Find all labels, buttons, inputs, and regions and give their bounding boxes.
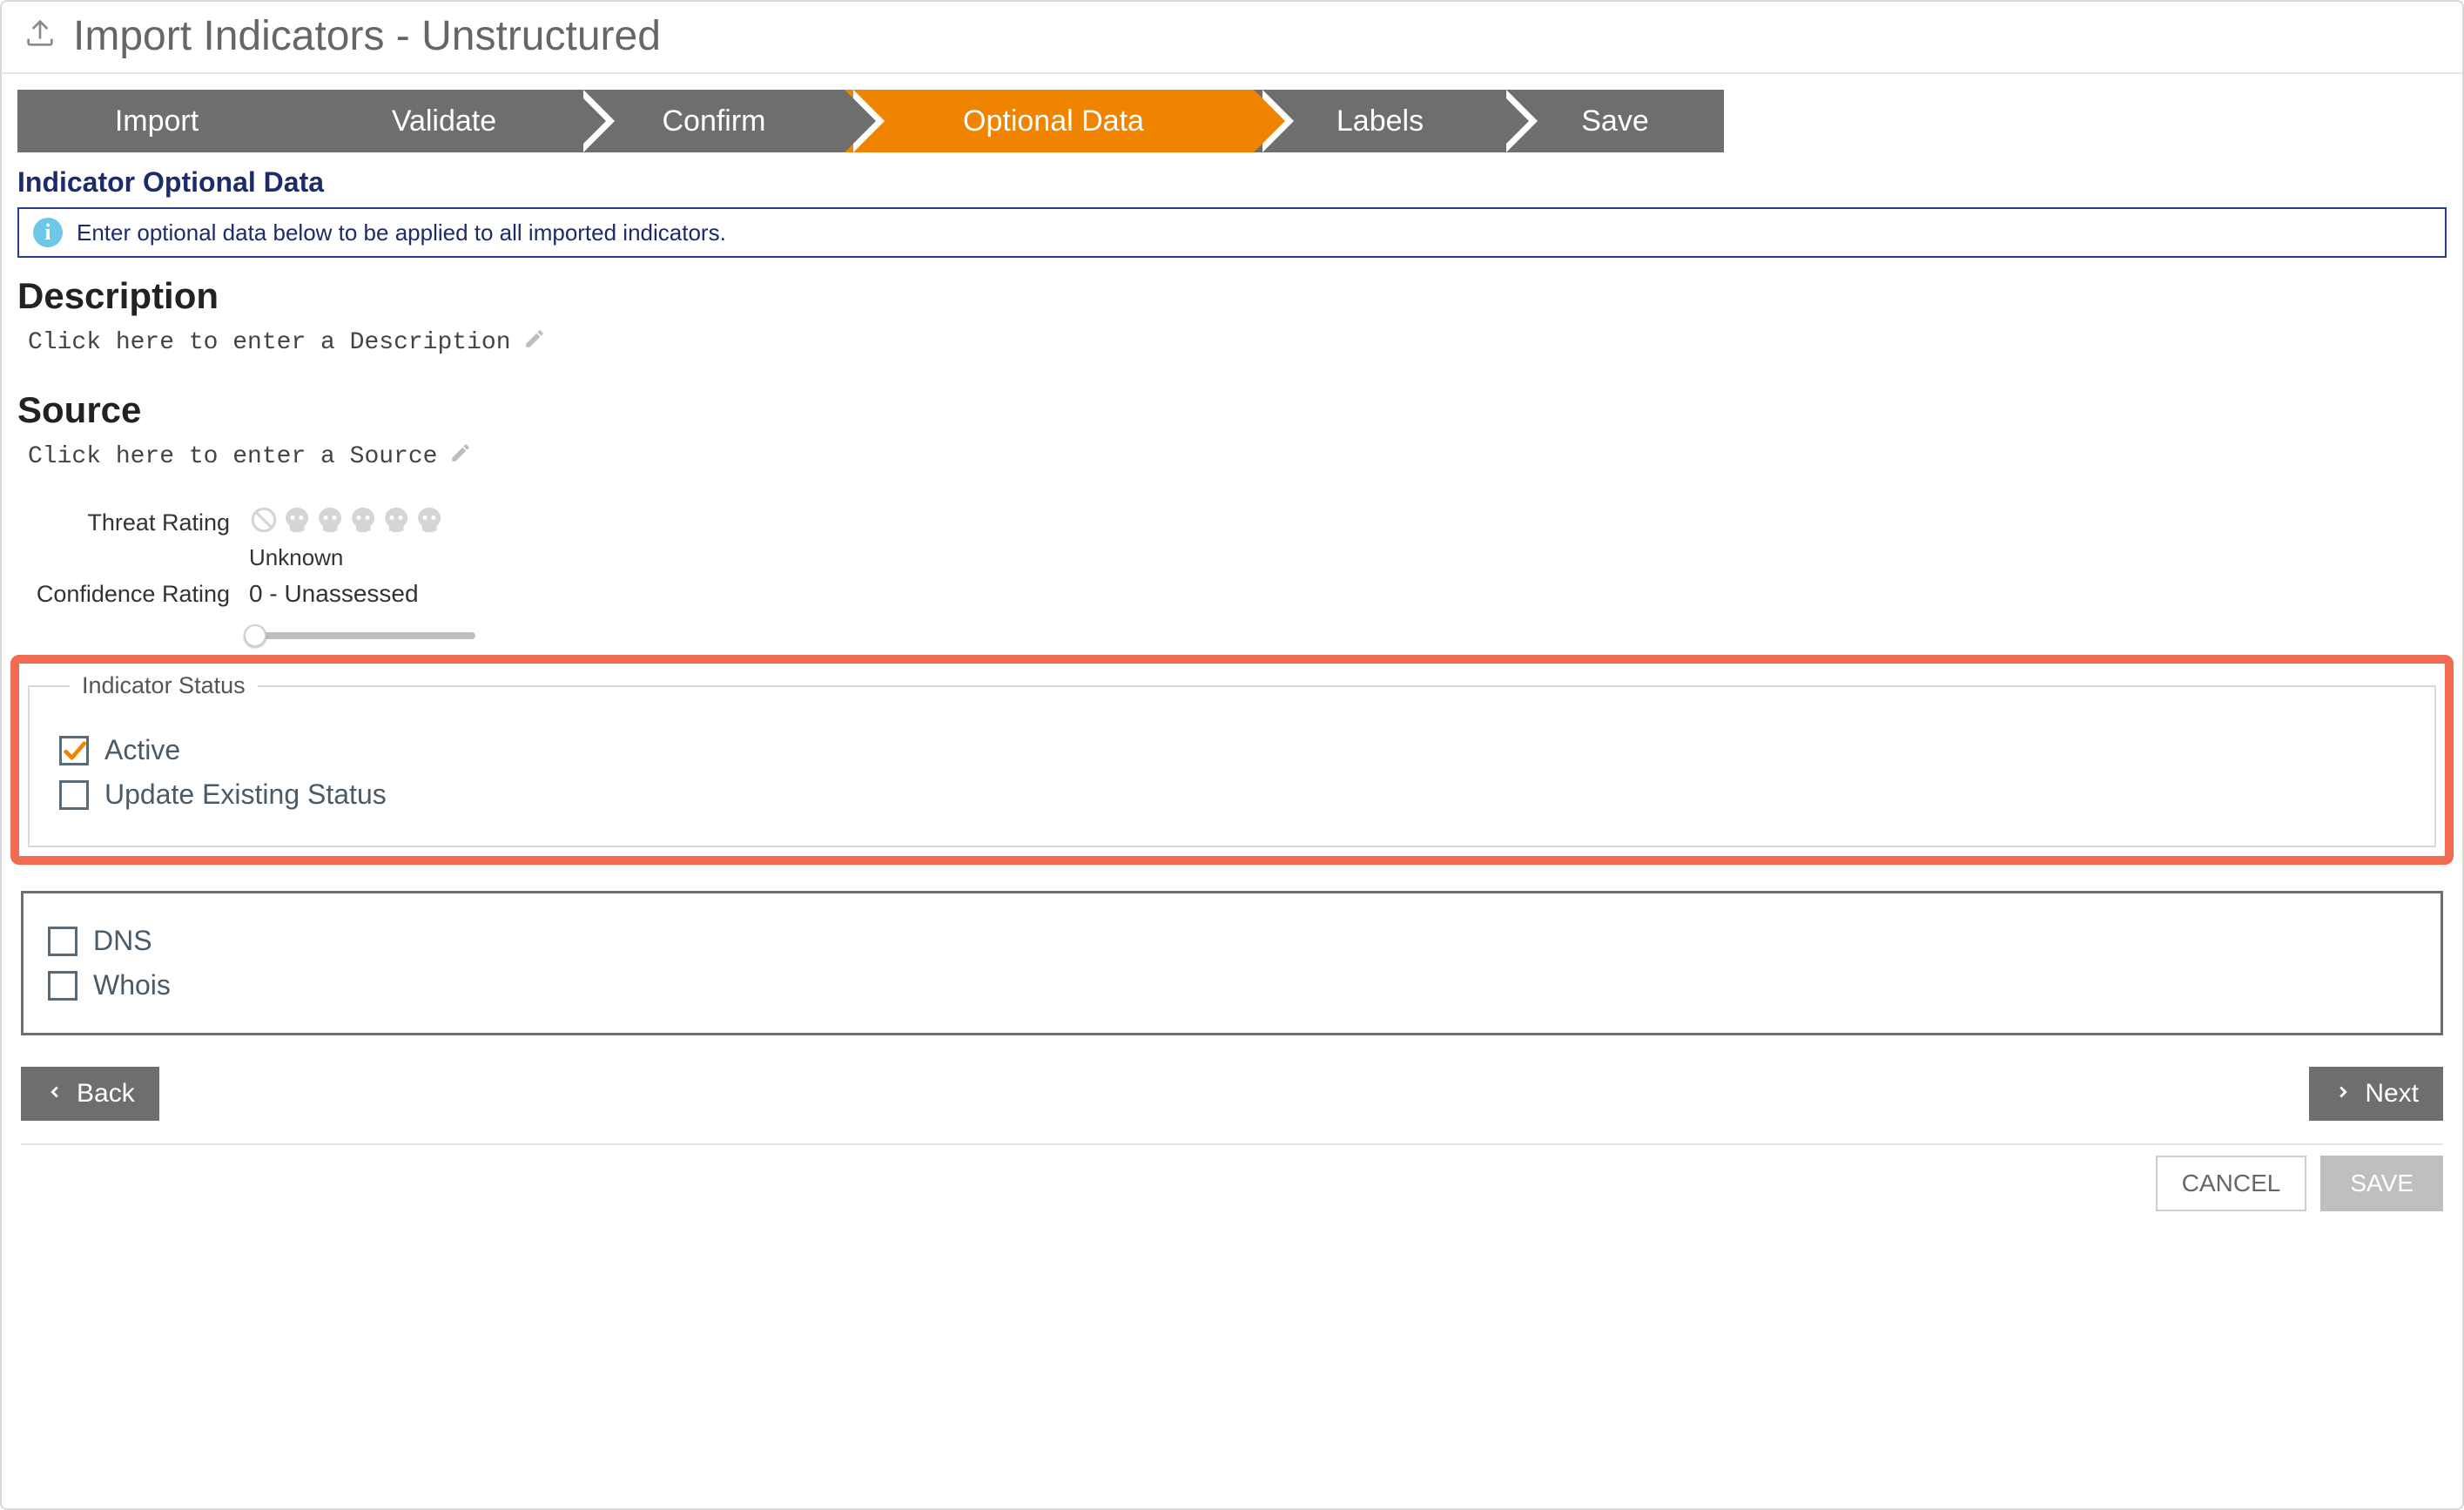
info-banner: i Enter optional data below to be applie…	[17, 207, 2447, 258]
next-button[interactable]: Next	[2309, 1067, 2443, 1121]
threat-rating-label: Threat Rating	[21, 509, 230, 536]
checkbox-icon	[48, 971, 77, 1001]
step-import[interactable]: Import	[17, 90, 305, 152]
whois-checkbox-label: Whois	[93, 969, 171, 1001]
back-button[interactable]: Back	[21, 1067, 159, 1121]
slider-thumb-icon	[244, 624, 266, 647]
active-checkbox-label: Active	[104, 734, 180, 766]
skull-icon	[348, 505, 378, 541]
wizard-steps: Import Validate Confirm Optional Data La…	[2, 74, 2462, 163]
confidence-rating-label: Confidence Rating	[21, 581, 230, 608]
threat-rating-control[interactable]	[249, 505, 444, 541]
dialog-footer: CANCEL SAVE	[21, 1143, 2443, 1211]
ratings-block: Threat Rating Unknown Confidence Rating …	[2, 498, 2462, 643]
indicator-status-fieldset: Indicator Status Active Update Existing …	[28, 672, 2436, 847]
update-existing-status-label: Update Existing Status	[104, 779, 387, 811]
pencil-icon	[449, 442, 472, 472]
cancel-button[interactable]: CANCEL	[2156, 1156, 2307, 1211]
checkbox-icon	[59, 780, 89, 810]
enrichment-options-box: DNS Whois	[21, 891, 2443, 1035]
chevron-right-icon	[2333, 1079, 2353, 1109]
skull-icon	[414, 505, 444, 541]
confidence-rating-value: 0 - Unassessed	[249, 580, 419, 608]
update-existing-status-checkbox[interactable]: Update Existing Status	[59, 779, 2405, 811]
source-input[interactable]: Click here to enter a Source	[2, 436, 2462, 498]
info-icon: i	[33, 218, 63, 247]
checkbox-icon	[59, 736, 89, 765]
description-input[interactable]: Click here to enter a Description	[2, 322, 2462, 384]
skull-icon	[315, 505, 345, 541]
active-checkbox[interactable]: Active	[59, 734, 2405, 766]
indicator-status-highlight: Indicator Status Active Update Existing …	[10, 655, 2454, 865]
dialog-header: Import Indicators - Unstructured	[2, 2, 2462, 74]
step-validate[interactable]: Validate	[305, 90, 575, 152]
dns-checkbox[interactable]: DNS	[48, 925, 2416, 957]
page-title: Import Indicators - Unstructured	[73, 12, 661, 60]
chevron-left-icon	[45, 1079, 64, 1109]
import-indicators-dialog: Import Indicators - Unstructured Import …	[0, 0, 2464, 1510]
source-heading: Source	[2, 384, 2462, 436]
dns-checkbox-label: DNS	[93, 925, 152, 957]
confidence-slider[interactable]	[249, 613, 475, 639]
ban-icon	[249, 505, 279, 541]
skull-icon	[282, 505, 312, 541]
step-optional-data[interactable]: Optional Data	[845, 90, 1254, 152]
threat-rating-value: Unknown	[249, 544, 2443, 571]
info-text: Enter optional data below to be applied …	[77, 219, 726, 246]
save-button[interactable]: SAVE	[2320, 1156, 2443, 1211]
upload-icon	[23, 16, 57, 57]
whois-checkbox[interactable]: Whois	[48, 969, 2416, 1001]
source-placeholder: Click here to enter a Source	[28, 443, 437, 470]
pencil-icon	[523, 327, 546, 358]
skull-icon	[381, 505, 411, 541]
section-heading: Indicator Optional Data	[2, 163, 2462, 207]
description-placeholder: Click here to enter a Description	[28, 329, 511, 356]
checkbox-icon	[48, 927, 77, 956]
description-heading: Description	[2, 270, 2462, 322]
indicator-status-legend: Indicator Status	[70, 672, 258, 699]
step-confirm[interactable]: Confirm	[575, 90, 845, 152]
